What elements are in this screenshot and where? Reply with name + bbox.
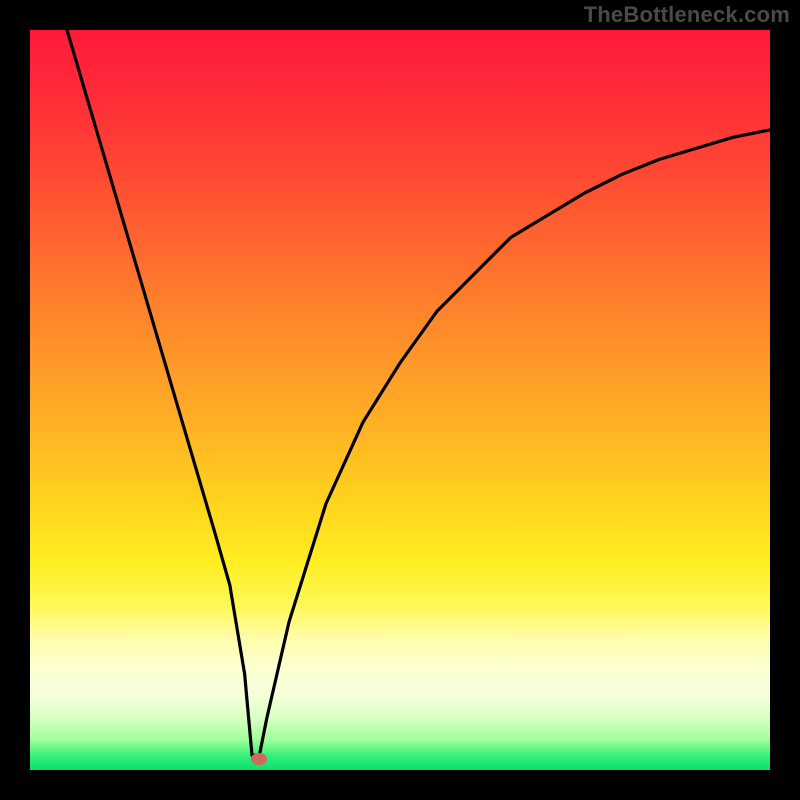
curve-svg [30,30,770,770]
chart-frame: TheBottleneck.com [0,0,800,800]
bottleneck-curve [67,30,770,755]
optimum-marker [251,753,267,765]
plot-area [30,30,770,770]
watermark-text: TheBottleneck.com [584,2,790,28]
